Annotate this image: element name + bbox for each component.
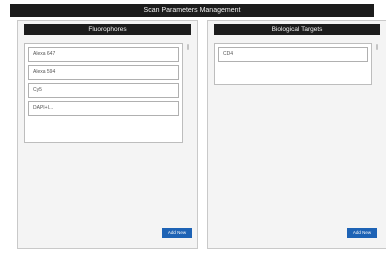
list-item[interactable]: CD4 (218, 47, 368, 62)
biological-targets-scrollbar[interactable] (376, 44, 378, 50)
fluorophores-panel: Fluorophores Alexa 647 Alexa 594 Cy5 DAP… (17, 20, 198, 249)
list-item[interactable]: DAPI+I... (28, 101, 179, 116)
biological-targets-list: CD4 (214, 43, 372, 85)
fluorophores-list: Alexa 647 Alexa 594 Cy5 DAPI+I... (24, 43, 183, 143)
add-fluorophore-button[interactable]: Add New (162, 228, 192, 238)
add-biological-target-button[interactable]: Add New (347, 228, 377, 238)
list-item[interactable]: Alexa 594 (28, 65, 179, 80)
window-title: Scan Parameters Management (10, 4, 374, 17)
biological-targets-panel: Biological Targets CD4 Add New (207, 20, 386, 249)
biological-targets-header: Biological Targets (214, 24, 380, 35)
fluorophores-header: Fluorophores (24, 24, 191, 35)
list-item[interactable]: Cy5 (28, 83, 179, 98)
list-item[interactable]: Alexa 647 (28, 47, 179, 62)
fluorophores-scrollbar[interactable] (187, 44, 189, 50)
